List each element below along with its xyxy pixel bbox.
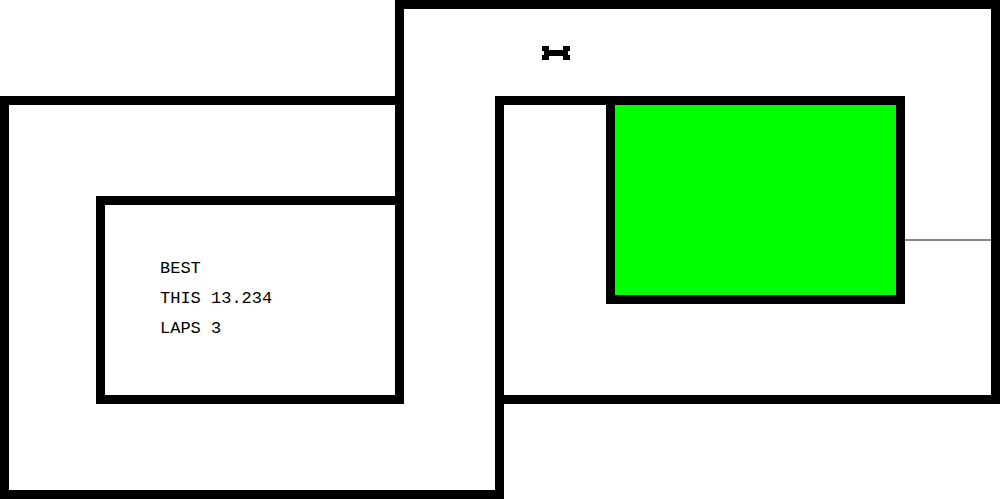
hud-line: BEST xyxy=(160,258,272,280)
track-wall xyxy=(0,96,9,499)
track-wall xyxy=(396,0,1000,9)
race-track: BEST THIS 13.234 LAPS 3 xyxy=(0,0,1000,499)
hud: BEST THIS 13.234 LAPS 3 xyxy=(160,258,272,340)
track-wall xyxy=(606,96,615,304)
hud-line: LAPS 3 xyxy=(160,318,272,340)
track-wall xyxy=(495,96,504,499)
track-wall xyxy=(96,196,105,404)
car-icon[interactable] xyxy=(541,45,571,61)
track-wall xyxy=(0,490,504,499)
track-wall xyxy=(496,96,905,105)
track-wall xyxy=(896,96,905,304)
hud-line: THIS 13.234 xyxy=(160,288,272,310)
track-wall xyxy=(96,395,404,404)
track-wall xyxy=(96,196,404,205)
finish-line xyxy=(904,239,992,241)
track-wall xyxy=(0,96,404,105)
infield xyxy=(612,102,898,298)
track-wall xyxy=(606,295,905,304)
track-wall xyxy=(991,0,1000,404)
track-wall xyxy=(503,395,1000,404)
